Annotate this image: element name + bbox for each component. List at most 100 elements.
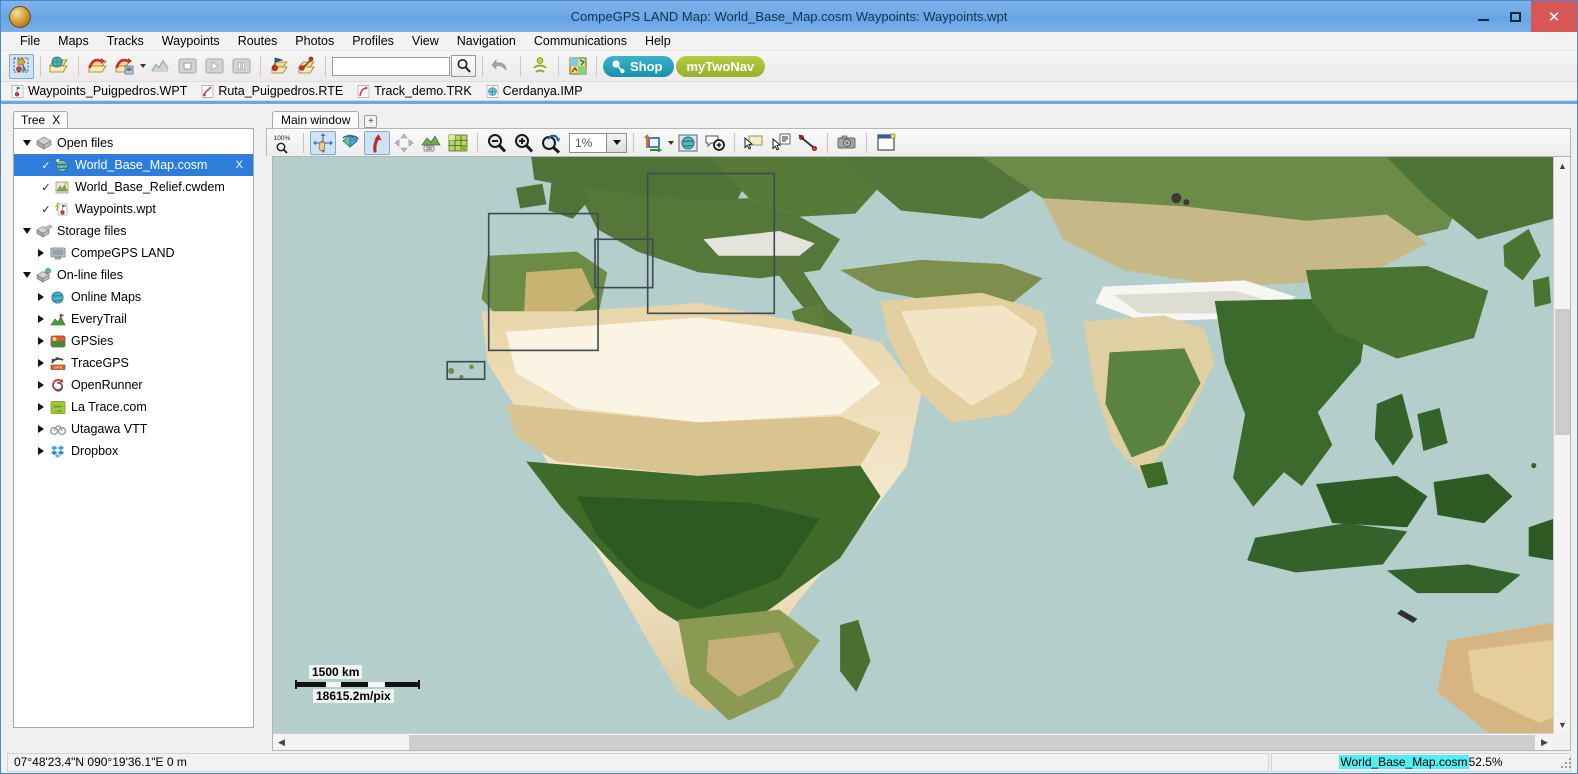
map-globe-button[interactable] [675, 131, 701, 155]
shop-button[interactable]: Shop [603, 55, 674, 77]
menu-navigation[interactable]: Navigation [448, 33, 525, 49]
twisty-right-icon[interactable] [34, 381, 48, 389]
measure-button[interactable] [795, 131, 821, 155]
twisty-right-icon[interactable] [34, 359, 48, 367]
tree-node-dropbox[interactable]: Dropbox [14, 440, 253, 462]
twisty-right-icon[interactable] [34, 403, 48, 411]
tree-node-utagawa-vtt[interactable]: Utagawa VTT [14, 418, 253, 440]
tree-node-world-base-relief[interactable]: ✓ World_Base_Relief.cwdem [14, 176, 253, 198]
scroll-down-icon[interactable]: ▼ [1554, 716, 1570, 733]
tree-node-openrunner[interactable]: OpenRunner [14, 374, 253, 396]
menu-file[interactable]: File [11, 33, 49, 49]
chevron-down-icon[interactable] [140, 64, 146, 68]
file-shortcut-track-demo[interactable]: Track_demo.TRK [357, 84, 479, 98]
legend-button[interactable] [565, 54, 590, 79]
map-horizontal-scrollbar[interactable]: ◀ ▶ [273, 733, 1553, 750]
tree-node-storage-files[interactable]: Storage files [14, 220, 253, 242]
twisty-down-icon[interactable] [20, 272, 34, 278]
tree-node-waypoints-wpt[interactable]: ✓ Waypoints.wpt [14, 198, 253, 220]
scroll-right-icon[interactable]: ▶ [1536, 734, 1553, 750]
twisty-right-icon[interactable] [34, 425, 48, 433]
tree-node-close-icon[interactable]: X [236, 159, 243, 171]
twisty-down-icon[interactable] [20, 140, 34, 146]
tree-node-compegps-land[interactable]: CompeGPS LAND [14, 242, 253, 264]
menu-help[interactable]: Help [636, 33, 680, 49]
twisty-right-icon[interactable] [34, 249, 48, 257]
menu-profiles[interactable]: Profiles [343, 33, 403, 49]
open-track-options-button[interactable] [112, 54, 137, 79]
zoom-100-button[interactable]: 100% [271, 131, 297, 155]
chevron-down-icon[interactable] [606, 133, 626, 152]
scroll-up-icon[interactable]: ▲ [1554, 157, 1570, 174]
checkbox-checked-icon[interactable]: ✓ [40, 181, 52, 194]
zoom-out-button[interactable] [484, 131, 510, 155]
twisty-right-icon[interactable] [34, 447, 48, 455]
vertical-scroll-thumb[interactable] [1555, 309, 1570, 435]
zoom-previous-button[interactable] [538, 131, 564, 155]
connect-device-button[interactable] [527, 54, 552, 79]
tree-node-online-maps[interactable]: Online Maps [14, 286, 253, 308]
undo-button[interactable] [489, 54, 514, 79]
twisty-down-icon[interactable] [20, 228, 34, 234]
search-input[interactable] [332, 56, 450, 76]
checkbox-checked-icon[interactable]: ✓ [40, 203, 52, 216]
checkbox-checked-icon[interactable]: ✓ [40, 159, 52, 172]
add-window-button[interactable]: + [364, 115, 378, 128]
file-shortcut-cerdanya[interactable]: Cerdanya.IMP [485, 84, 591, 98]
open-waypoints-button[interactable] [267, 54, 292, 79]
search-button[interactable] [451, 55, 476, 77]
pause-button[interactable] [229, 54, 254, 79]
file-shortcut-waypoints-puigpedros[interactable]: Waypoints_Puigpedros.WPT [11, 84, 195, 98]
zoom-area-button[interactable] [702, 131, 728, 155]
resize-grip-icon[interactable] [1561, 758, 1573, 770]
view-3d-button[interactable]: 3D [418, 131, 444, 155]
graph-button[interactable] [148, 54, 173, 79]
tree-node-la-trace[interactable]: trace .com La Trace.com [14, 396, 253, 418]
tree-node-gpsies[interactable]: GPSies [14, 330, 253, 352]
open-routes-button[interactable] [294, 54, 319, 79]
rotate-map-button[interactable] [337, 131, 363, 155]
camera-button[interactable] [834, 131, 860, 155]
scroll-left-icon[interactable]: ◀ [273, 734, 290, 750]
twisty-right-icon[interactable] [34, 337, 48, 345]
open-map-button[interactable] [47, 54, 72, 79]
tab-main-window[interactable]: Main window [272, 111, 360, 128]
menu-routes[interactable]: Routes [229, 33, 287, 49]
map-vertical-scrollbar[interactable]: ▲ ▼ [1553, 157, 1570, 733]
tree-node-everytrail[interactable]: EveryTrail [14, 308, 253, 330]
stop-button[interactable] [175, 54, 200, 79]
maximize-button[interactable] [1499, 1, 1531, 32]
play-button[interactable] [202, 54, 227, 79]
menu-view[interactable]: View [403, 33, 448, 49]
menu-communications[interactable]: Communications [525, 33, 636, 49]
tree-node-tracegps[interactable]: GPS TraceGPS [14, 352, 253, 374]
new-window-button[interactable] [873, 131, 899, 155]
twisty-right-icon[interactable] [34, 293, 48, 301]
map-viewport[interactable]: 1500 km 18615.2m/pix ▲ ▼ ◀ ▶ [272, 156, 1571, 751]
pan-tool-button[interactable] [310, 130, 336, 155]
north-up-button[interactable] [364, 130, 390, 155]
menu-tracks[interactable]: Tracks [98, 33, 153, 49]
zoom-level-select[interactable]: 1% [569, 132, 627, 153]
map-canvas[interactable]: 1500 km 18615.2m/pix [273, 157, 1553, 733]
tab-tree[interactable]: Tree X [13, 111, 69, 128]
twisty-right-icon[interactable] [34, 315, 48, 323]
transfer-button[interactable] [640, 131, 666, 155]
move-map-button[interactable] [391, 131, 417, 155]
menu-photos[interactable]: Photos [286, 33, 343, 49]
tree-node-open-files[interactable]: Open files [14, 132, 253, 154]
menu-waypoints[interactable]: Waypoints [153, 33, 229, 49]
open-track-button[interactable] [85, 54, 110, 79]
select-tool-button[interactable] [9, 53, 34, 79]
create-note-button[interactable] [741, 131, 767, 155]
text-note-button[interactable] [768, 131, 794, 155]
tree-node-world-base-map[interactable]: ✓ World_Base_Map.cosm X [14, 154, 253, 176]
mytwonav-button[interactable]: myTwoNav [675, 55, 766, 77]
tree-node-online-files[interactable]: On-line files [14, 264, 253, 286]
close-button[interactable]: ✕ [1531, 1, 1577, 32]
chevron-down-icon[interactable] [668, 140, 674, 145]
minimize-button[interactable] [1467, 1, 1499, 32]
tab-tree-close-icon[interactable]: X [52, 113, 60, 127]
file-shortcut-ruta-puigpedros[interactable]: Ruta_Puigpedros.RTE [201, 84, 351, 98]
horizontal-scroll-thumb[interactable] [409, 735, 1535, 750]
